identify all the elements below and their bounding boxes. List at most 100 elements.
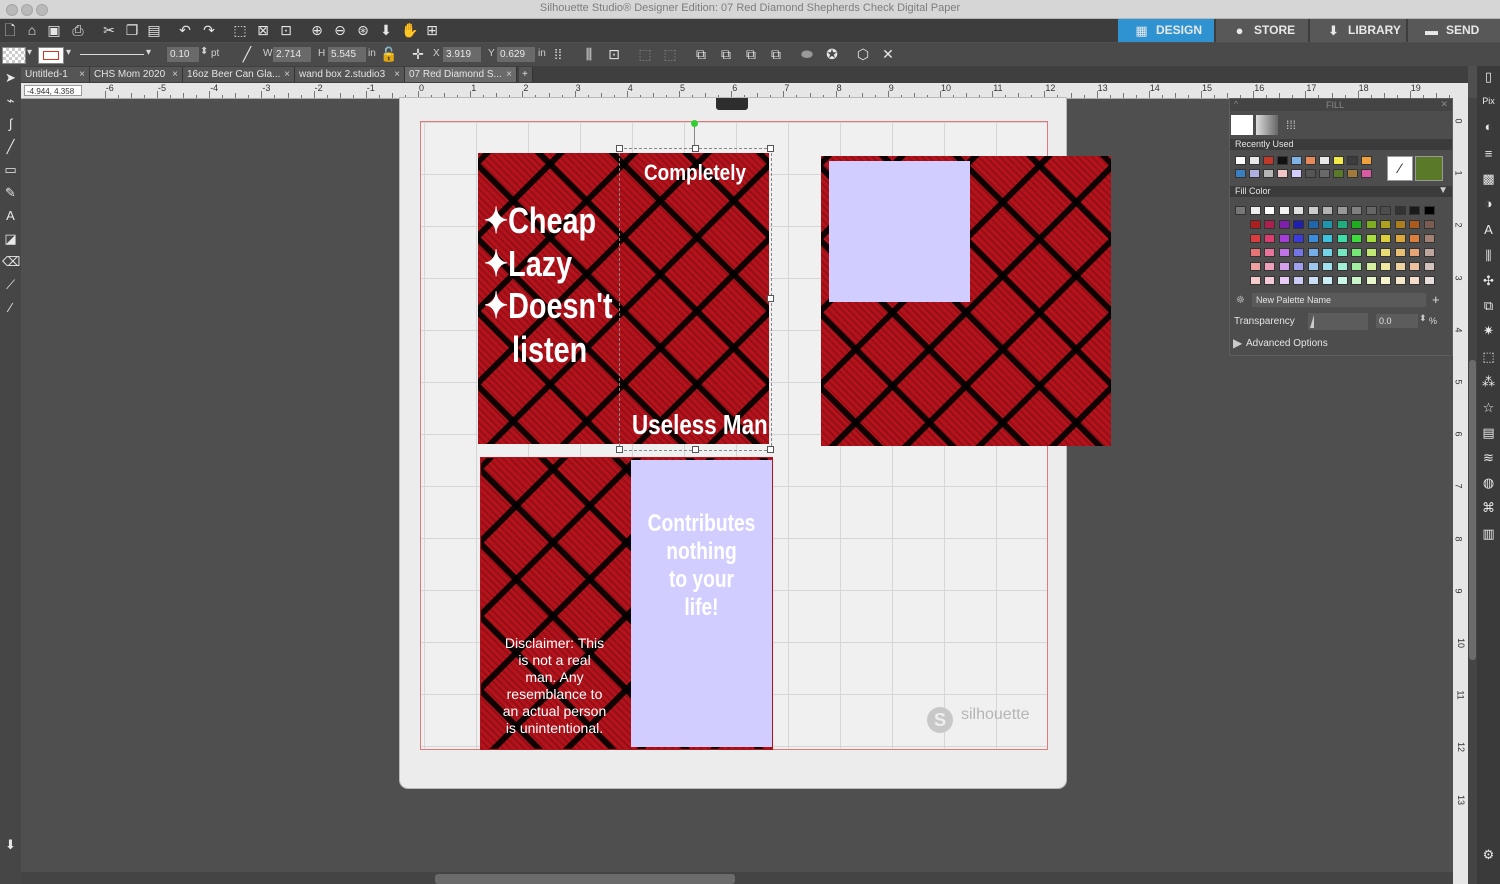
palette-color-swatch[interactable]: [1278, 262, 1290, 271]
rotate-handle[interactable]: [691, 120, 698, 127]
bring-forward-icon[interactable]: ⧉: [743, 46, 759, 62]
chevron-down-icon[interactable]: ▾: [66, 47, 71, 58]
palette-color-swatch[interactable]: [1365, 262, 1377, 271]
palette-color-swatch[interactable]: [1409, 234, 1420, 243]
palette-color-swatch[interactable]: [1351, 220, 1362, 229]
palette-color-swatch[interactable]: [1336, 220, 1348, 229]
fill-pattern-icon[interactable]: ▩: [1480, 170, 1497, 187]
settings-gear-icon[interactable]: ⚙: [1480, 846, 1497, 863]
rectangle-icon[interactable]: ▭: [2, 161, 19, 178]
position-grid-icon[interactable]: ⁞⁞: [550, 46, 566, 62]
text-tool-icon[interactable]: A: [2, 207, 19, 224]
stepper-icon[interactable]: ⬍: [1419, 313, 1427, 324]
resize-handle-b[interactable]: [692, 446, 699, 453]
palette-color-swatch[interactable]: [1249, 248, 1261, 257]
selection-box[interactable]: [619, 148, 772, 451]
palette-color-swatch[interactable]: [1365, 220, 1377, 229]
trace-icon[interactable]: ⁂: [1480, 373, 1497, 390]
tab-untitled-1[interactable]: Untitled-1 ×: [21, 67, 90, 82]
send-tab[interactable]: ▬ SEND: [1408, 19, 1500, 42]
send-backward-icon[interactable]: ⧉: [768, 46, 784, 62]
palette-color-swatch[interactable]: [1423, 206, 1435, 215]
recent-color-swatch[interactable]: [1263, 156, 1274, 165]
zoom-out-icon[interactable]: ⊖: [332, 22, 348, 38]
align-icon[interactable]: ⫼: [581, 46, 597, 62]
palette-color-swatch[interactable]: [1365, 248, 1377, 257]
tab-wand-box[interactable]: wand box 2.studio3 ×: [295, 67, 405, 82]
palette-color-swatch[interactable]: [1394, 248, 1406, 257]
fill-tool-icon[interactable]: ◪: [2, 230, 19, 247]
palette-color-swatch[interactable]: [1409, 248, 1420, 257]
recent-color-swatch[interactable]: [1291, 169, 1302, 178]
gradient-fill-button[interactable]: [1256, 115, 1278, 135]
resize-handle-bl[interactable]: [616, 446, 623, 453]
resize-handle-tl[interactable]: [616, 145, 623, 152]
fit-to-page-icon[interactable]: ⬇: [378, 22, 394, 38]
add-page-icon[interactable]: ⊞: [424, 22, 440, 38]
palette-color-swatch[interactable]: [1409, 206, 1420, 215]
palette-color-swatch[interactable]: [1380, 248, 1391, 257]
palette-color-swatch[interactable]: [1423, 220, 1435, 229]
pan-icon[interactable]: ✋: [401, 22, 418, 38]
resize-handle-t[interactable]: [692, 145, 699, 152]
palette-color-swatch[interactable]: [1336, 206, 1348, 215]
palette-color-swatch[interactable]: [1380, 262, 1391, 271]
undo-icon[interactable]: ↶: [177, 22, 193, 38]
line-tool-icon[interactable]: ╱: [239, 46, 255, 62]
send-to-back-icon[interactable]: ⧉: [718, 46, 734, 62]
weld-icon[interactable]: ⬬: [799, 46, 815, 62]
palette-color-swatch[interactable]: [1293, 262, 1304, 271]
current-color-swatch[interactable]: [1415, 156, 1443, 181]
palette-name-field[interactable]: New Palette Name: [1252, 293, 1426, 307]
close-tab-icon[interactable]: ×: [172, 67, 178, 82]
group-icon[interactable]: ⬚: [637, 46, 653, 62]
palette-color-swatch[interactable]: [1380, 206, 1391, 215]
slider-thumb[interactable]: [1310, 315, 1314, 328]
fill-panel-icon[interactable]: ◐: [1480, 118, 1497, 135]
card-text-doesnt[interactable]: ✦Doesn't: [484, 285, 613, 327]
palette-color-swatch[interactable]: [1365, 234, 1377, 243]
recent-color-swatch[interactable]: [1305, 156, 1316, 165]
transparency-field[interactable]: 0.0: [1376, 314, 1418, 328]
knife-icon[interactable]: ⟋: [2, 276, 19, 293]
palette-color-swatch[interactable]: [1423, 248, 1435, 257]
tab-07-red-diamond[interactable]: 07 Red Diamond S... ×: [405, 67, 517, 82]
pattern-fill-button[interactable]: ⁞⁞⁞: [1280, 115, 1302, 135]
bring-to-front-icon[interactable]: ⧉: [693, 46, 709, 62]
palette-color-swatch[interactable]: [1293, 276, 1304, 285]
chevron-down-icon[interactable]: ▾: [146, 47, 151, 58]
palette-color-swatch[interactable]: [1278, 276, 1290, 285]
palette-color-swatch[interactable]: [1409, 220, 1420, 229]
palette-color-swatch[interactable]: [1278, 248, 1290, 257]
palette-color-swatch[interactable]: [1351, 248, 1362, 257]
palette-color-swatch[interactable]: [1380, 234, 1391, 243]
align-panel-icon[interactable]: ⫼: [1480, 247, 1497, 264]
tab-chs-mom-2020[interactable]: CHS Mom 2020 ×: [90, 67, 183, 82]
y-position-field[interactable]: 0.629: [497, 47, 535, 62]
zoom-fit-icon[interactable]: ⊛: [355, 22, 371, 38]
resize-handle-r[interactable]: [767, 295, 774, 302]
recent-color-swatch[interactable]: [1347, 169, 1358, 178]
card-text-cheap[interactable]: ✦Cheap: [484, 200, 596, 242]
recent-color-swatch[interactable]: [1249, 156, 1260, 165]
palette-color-swatch[interactable]: [1394, 276, 1406, 285]
palette-color-swatch[interactable]: [1307, 262, 1319, 271]
card-text-disclaimer[interactable]: Disclaimer: This is not a real man. Any …: [483, 635, 626, 737]
palette-color-swatch[interactable]: [1423, 276, 1435, 285]
card-text-lazy[interactable]: ✦Lazy: [484, 243, 572, 285]
x-position-field[interactable]: 3.919: [443, 47, 481, 62]
palette-color-swatch[interactable]: [1307, 220, 1319, 229]
palette-color-swatch[interactable]: [1351, 262, 1362, 271]
scissors-panel-icon[interactable]: ⌘: [1480, 499, 1497, 516]
save-icon[interactable]: ▣: [46, 22, 62, 38]
open-file-icon[interactable]: ⌂: [24, 22, 40, 38]
collapse-icon[interactable]: ^: [1234, 99, 1238, 109]
horizontal-scroll-thumb[interactable]: [435, 874, 735, 884]
palette-color-swatch[interactable]: [1264, 248, 1275, 257]
print-icon[interactable]: ⎙: [70, 22, 86, 38]
resize-handle-br[interactable]: [767, 446, 774, 453]
palette-color-swatch[interactable]: [1278, 234, 1290, 243]
library-panel-icon[interactable]: ⬇: [2, 836, 19, 853]
move-icon[interactable]: ✛: [410, 46, 426, 62]
solid-fill-button[interactable]: [1231, 115, 1253, 135]
